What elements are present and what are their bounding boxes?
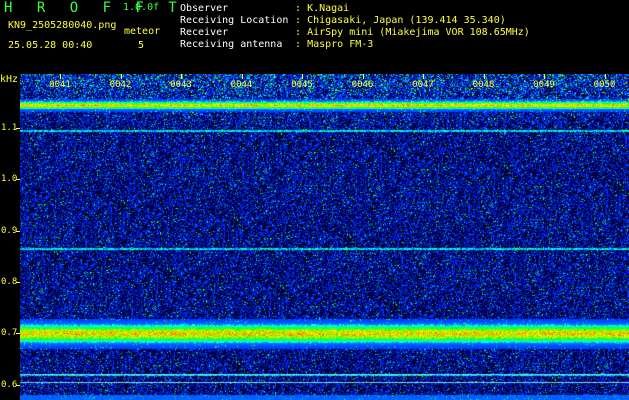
y-tick-label: 0.7 — [1, 328, 18, 339]
x-tick-label: 0045 — [291, 80, 313, 90]
x-tick-label: 0047 — [412, 80, 434, 90]
info-value-antenna: Maspro FM-3 — [307, 39, 374, 50]
x-tick-label: 0049 — [533, 80, 555, 90]
station-info: Observer : K.Nagai Receiving Location : … — [180, 3, 530, 51]
x-tick-mark — [604, 74, 606, 79]
x-tick-label: 0043 — [170, 80, 192, 90]
x-tick-label: 0041 — [49, 80, 71, 90]
meteor-label: meteor — [124, 26, 161, 37]
y-axis-label: kHz — [0, 74, 19, 85]
info-row-receiver: Receiver : AirSpy mini (Miakejima VOR 10… — [180, 27, 530, 39]
x-tick-label: 0042 — [109, 80, 132, 90]
x-tick-mark — [544, 74, 545, 79]
spectrogram-plot: 0041 0042 0043 0044 0045 0046 0047 0048 0049 0050 — [20, 74, 629, 400]
info-row-observer: Observer : K.Nagai — [180, 3, 530, 15]
info-key: Receiver — [180, 27, 229, 38]
y-axis: kHz 1.1 1.0 0.9 0.8 0.7 0.6 — [0, 74, 20, 400]
y-tick-label: 1.0 — [1, 174, 18, 185]
meteor-count: 5 — [138, 40, 145, 51]
x-tick-mark — [60, 74, 61, 79]
timestamp-label: 25.05.28 00:40 — [8, 40, 93, 51]
info-key: Receiving antenna — [180, 39, 283, 50]
x-tick-label: 0050 — [593, 80, 616, 90]
header-panel: H R O F F T 1.0.0f KN9_2505280040.png me… — [0, 0, 629, 72]
y-tick-label: 0.9 — [1, 225, 18, 236]
x-tick-mark — [181, 74, 182, 79]
x-tick-label: 0046 — [351, 80, 374, 90]
info-value-receiver: AirSpy mini (Miakejima VOR 108.65MHz) — [307, 27, 530, 38]
filename-label: KN9_2505280040.png — [8, 20, 117, 31]
info-key: Receiving Location — [180, 15, 289, 26]
x-tick-mark — [423, 74, 424, 79]
y-tick-label: 1.1 — [1, 122, 18, 133]
version-label: 1.0.0f — [123, 2, 160, 13]
info-row-antenna: Receiving antenna : Maspro FM-3 — [180, 39, 530, 51]
waterfall-canvas — [20, 74, 629, 400]
y-tick-label: 0.6 — [1, 379, 18, 390]
x-tick-mark — [241, 74, 243, 79]
info-value-observer: K.Nagai — [307, 3, 350, 14]
info-value-location: Chigasaki, Japan (139.414 35.340) — [307, 15, 506, 26]
x-tick-label: 0044 — [230, 80, 253, 90]
x-tick-mark — [302, 74, 303, 79]
y-tick-label: 0.8 — [1, 276, 18, 287]
x-tick-mark — [120, 74, 122, 79]
x-tick-mark — [362, 74, 364, 79]
x-tick-mark — [483, 74, 485, 79]
info-key: Observer — [180, 3, 229, 14]
x-tick-label: 0048 — [472, 80, 495, 90]
info-row-location: Receiving Location : Chigasaki, Japan (1… — [180, 15, 530, 27]
